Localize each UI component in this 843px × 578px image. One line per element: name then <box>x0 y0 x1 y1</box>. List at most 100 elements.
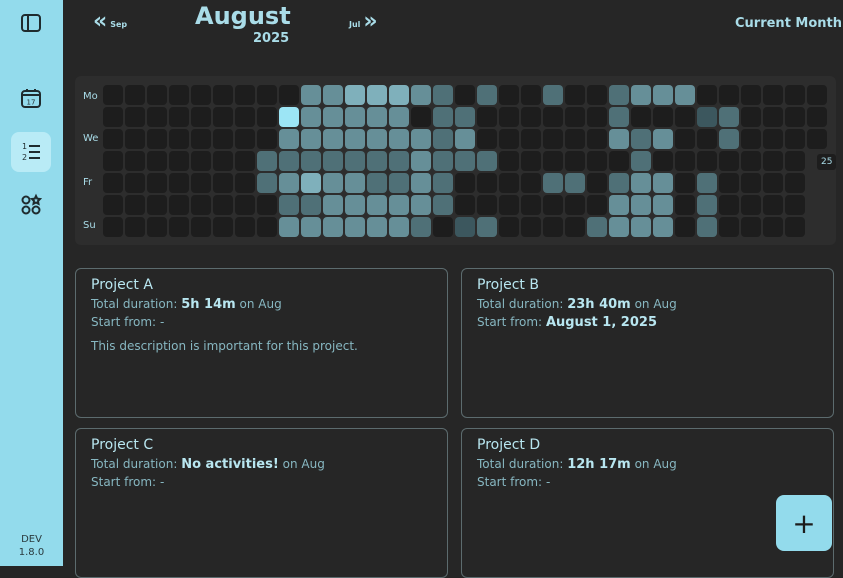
heatmap-cell[interactable] <box>543 129 563 149</box>
heatmap-cell[interactable] <box>543 85 563 105</box>
heatmap-cell[interactable] <box>323 129 343 149</box>
heatmap-cell[interactable] <box>147 217 167 237</box>
heatmap-cell[interactable] <box>411 85 431 105</box>
heatmap-cell[interactable] <box>455 217 475 237</box>
heatmap-cell[interactable] <box>785 217 805 237</box>
heatmap-cell[interactable] <box>147 129 167 149</box>
heatmap-cell[interactable] <box>719 195 739 215</box>
heatmap-cell[interactable] <box>499 107 519 127</box>
heatmap-cell[interactable] <box>345 151 365 171</box>
heatmap-cell[interactable] <box>719 173 739 193</box>
heatmap-cell[interactable] <box>587 195 607 215</box>
heatmap-cell[interactable] <box>719 217 739 237</box>
heatmap-cell[interactable] <box>191 195 211 215</box>
heatmap-cell[interactable] <box>675 151 695 171</box>
heatmap-cell[interactable] <box>389 195 409 215</box>
heatmap-cell[interactable] <box>323 85 343 105</box>
heatmap-cell[interactable] <box>609 107 629 127</box>
heatmap-cell[interactable] <box>543 173 563 193</box>
heatmap-cell[interactable] <box>169 173 189 193</box>
heatmap-cell[interactable] <box>653 151 673 171</box>
heatmap-cell[interactable] <box>345 129 365 149</box>
heatmap-cell[interactable] <box>213 85 233 105</box>
heatmap-cell[interactable] <box>807 85 827 105</box>
heatmap-cell[interactable] <box>565 195 585 215</box>
heatmap-cell[interactable] <box>235 107 255 127</box>
heatmap-cell[interactable] <box>103 107 123 127</box>
apps-icon[interactable] <box>11 185 51 225</box>
heatmap-cell[interactable] <box>653 129 673 149</box>
heatmap-cell[interactable] <box>499 151 519 171</box>
heatmap-cell[interactable] <box>565 129 585 149</box>
heatmap-cell[interactable] <box>609 173 629 193</box>
heatmap-cell[interactable] <box>213 151 233 171</box>
heatmap-cell[interactable] <box>103 195 123 215</box>
heatmap-cell[interactable] <box>257 217 277 237</box>
heatmap-cell[interactable] <box>521 195 541 215</box>
heatmap-cell[interactable] <box>103 85 123 105</box>
heatmap-cell[interactable] <box>169 129 189 149</box>
project-card[interactable]: Project A Total duration: 5h 14m on Aug … <box>75 268 448 418</box>
heatmap-cell[interactable] <box>301 85 321 105</box>
heatmap-cell[interactable] <box>389 129 409 149</box>
heatmap-cell[interactable] <box>323 195 343 215</box>
heatmap-cell[interactable] <box>213 217 233 237</box>
heatmap-cell[interactable] <box>257 129 277 149</box>
heatmap-cell[interactable] <box>609 85 629 105</box>
heatmap-cell[interactable] <box>411 217 431 237</box>
heatmap-cell[interactable] <box>301 107 321 127</box>
heatmap-cell[interactable] <box>279 129 299 149</box>
heatmap-cell[interactable] <box>587 107 607 127</box>
heatmap-cell[interactable] <box>433 85 453 105</box>
heatmap-cell[interactable] <box>807 129 827 149</box>
heatmap-cell[interactable] <box>697 195 717 215</box>
heatmap-cell[interactable] <box>763 129 783 149</box>
heatmap-cell[interactable] <box>213 107 233 127</box>
heatmap-cell[interactable] <box>631 129 651 149</box>
heatmap-cell[interactable] <box>675 173 695 193</box>
heatmap-cell[interactable] <box>367 217 387 237</box>
heatmap-cell[interactable] <box>587 173 607 193</box>
heatmap-cell[interactable] <box>345 173 365 193</box>
heatmap-cell[interactable] <box>499 129 519 149</box>
heatmap-cell[interactable] <box>257 173 277 193</box>
heatmap-cell[interactable] <box>367 195 387 215</box>
heatmap-cell[interactable] <box>719 107 739 127</box>
heatmap-cell[interactable] <box>477 151 497 171</box>
heatmap-cell[interactable] <box>235 85 255 105</box>
heatmap-cell[interactable] <box>521 151 541 171</box>
heatmap-cell[interactable] <box>565 107 585 127</box>
heatmap-cell[interactable] <box>169 195 189 215</box>
heatmap-cell[interactable] <box>543 107 563 127</box>
heatmap-cell[interactable] <box>631 85 651 105</box>
heatmap-cell[interactable] <box>763 151 783 171</box>
heatmap-cell[interactable] <box>587 217 607 237</box>
heatmap-cell[interactable] <box>785 173 805 193</box>
heatmap-cell[interactable] <box>697 173 717 193</box>
heatmap-cell[interactable] <box>279 217 299 237</box>
heatmap-cell[interactable] <box>477 173 497 193</box>
heatmap-cell[interactable] <box>565 151 585 171</box>
heatmap-cell[interactable] <box>169 217 189 237</box>
heatmap-cell[interactable] <box>675 195 695 215</box>
heatmap-cell[interactable] <box>147 173 167 193</box>
heatmap-cell[interactable] <box>323 151 343 171</box>
heatmap-cell[interactable] <box>455 85 475 105</box>
heatmap-cell[interactable] <box>147 85 167 105</box>
heatmap-cell[interactable] <box>411 195 431 215</box>
heatmap-cell[interactable] <box>125 107 145 127</box>
heatmap-cell[interactable] <box>631 107 651 127</box>
heatmap-cell[interactable] <box>279 85 299 105</box>
heatmap-cell[interactable] <box>741 129 761 149</box>
heatmap-cell[interactable] <box>301 217 321 237</box>
heatmap-cell[interactable] <box>477 107 497 127</box>
heatmap-cell[interactable] <box>785 85 805 105</box>
heatmap-cell[interactable] <box>521 129 541 149</box>
heatmap-cell[interactable] <box>675 129 695 149</box>
heatmap-cell[interactable] <box>103 217 123 237</box>
heatmap-cell[interactable] <box>477 217 497 237</box>
heatmap-cell[interactable] <box>543 151 563 171</box>
heatmap-cell[interactable] <box>169 151 189 171</box>
heatmap-cell[interactable] <box>389 85 409 105</box>
heatmap-cell[interactable] <box>521 107 541 127</box>
